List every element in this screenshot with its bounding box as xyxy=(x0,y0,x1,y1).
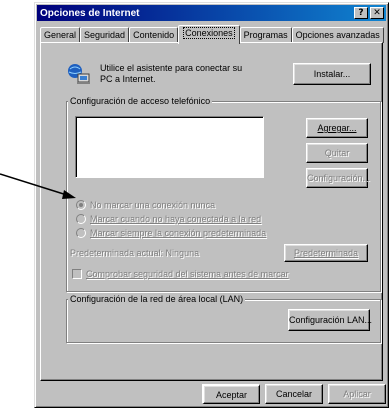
cancel-button-label: Cancelar xyxy=(275,389,313,399)
connection-wizard-icon xyxy=(68,64,90,84)
radio-never-dial[interactable] xyxy=(76,200,86,210)
tab-seguridad[interactable]: Seguridad xyxy=(80,27,130,43)
tab-programas[interactable]: Programas xyxy=(239,27,292,43)
dialup-settings-button-label: Configuración... xyxy=(307,173,371,183)
connections-list[interactable] xyxy=(75,116,264,178)
tab-contenido[interactable]: Contenido xyxy=(129,27,179,43)
option-never-dial-label: No marcar una conexión nunca xyxy=(90,200,216,210)
tab-conexiones[interactable]: Conexiones xyxy=(178,25,240,44)
radio-dial-when-no-network[interactable] xyxy=(76,214,86,224)
remove-button-label: Quitar xyxy=(324,148,350,158)
current-default-text: Predeterminada actual: Ninguna xyxy=(70,248,199,258)
title-buttons: ? ✕ xyxy=(354,7,384,19)
current-default-label: Predeterminada actual: Ninguna xyxy=(70,248,200,258)
lan-settings-button-label: Configuración LAN... xyxy=(289,315,373,325)
cancel-button[interactable]: Cancelar xyxy=(265,384,323,404)
tab-general[interactable]: General xyxy=(40,27,81,43)
apply-button-label: Aplicar xyxy=(343,389,371,399)
radio-always-dial-default[interactable] xyxy=(76,228,86,238)
tab-programas-label: Programas xyxy=(243,30,288,40)
set-default-button-label: Predeterminada xyxy=(293,248,359,258)
apply-button[interactable]: Aplicar xyxy=(328,384,386,404)
option-always-dial-default[interactable]: Marcar siempre la conexión predeterminad… xyxy=(76,228,266,238)
install-button[interactable]: Instalar... xyxy=(293,63,371,85)
title-bar[interactable]: Opciones de Internet ? ✕ xyxy=(37,5,386,21)
ok-button-label: Aceptar xyxy=(215,390,248,400)
tab-strip: General Seguridad Contenido Conexiones P… xyxy=(40,25,384,44)
dialup-group-label: Configuración de acceso telefónico xyxy=(68,96,213,106)
ok-button[interactable]: Aceptar xyxy=(202,384,260,404)
option-dial-when-no-network[interactable]: Marcar cuando no haya conectada a la red xyxy=(76,214,261,224)
lan-settings-button[interactable]: Configuración LAN... xyxy=(288,309,373,331)
tab-contenido-label: Contenido xyxy=(133,30,175,40)
window-title: Opciones de Internet xyxy=(40,7,140,19)
help-button[interactable]: ? xyxy=(354,7,368,19)
option-check-security-label: Comprobar seguridad del sistema antes de… xyxy=(86,269,289,279)
tab-opciones-avanzadas-label: Opciones avanzadas xyxy=(295,30,380,40)
checkbox-check-security[interactable] xyxy=(72,269,82,279)
add-button[interactable]: Agregar... xyxy=(306,118,368,138)
close-button[interactable]: ✕ xyxy=(370,7,384,19)
tab-conexiones-label: Conexiones xyxy=(183,27,235,39)
tab-opciones-avanzadas[interactable]: Opciones avanzadas xyxy=(291,27,384,43)
option-dial-when-no-network-label: Marcar cuando no haya conectada a la red xyxy=(90,214,262,224)
tab-general-label: General xyxy=(44,30,77,40)
connections-panel: Utilice el asistente para conectar su PC… xyxy=(40,42,383,381)
add-button-label: Agregar... xyxy=(317,123,357,133)
option-always-dial-default-label: Marcar siempre la conexión predeterminad… xyxy=(90,228,267,238)
wizard-description: Utilice el asistente para conectar su PC… xyxy=(100,63,243,84)
option-check-security[interactable]: Comprobar seguridad del sistema antes de… xyxy=(72,269,289,279)
remove-button[interactable]: Quitar xyxy=(306,143,368,163)
option-never-dial[interactable]: No marcar una conexión nunca xyxy=(76,200,215,210)
lan-group-label: Configuración de la red de área local (L… xyxy=(68,294,246,304)
set-default-button[interactable]: Predeterminada xyxy=(284,244,368,262)
dialup-settings-button[interactable]: Configuración... xyxy=(306,168,371,188)
install-button-label: Instalar... xyxy=(313,69,351,79)
internet-options-dialog: Opciones de Internet ? ✕ General Segurid… xyxy=(34,2,389,408)
tab-seguridad-label: Seguridad xyxy=(84,30,126,40)
